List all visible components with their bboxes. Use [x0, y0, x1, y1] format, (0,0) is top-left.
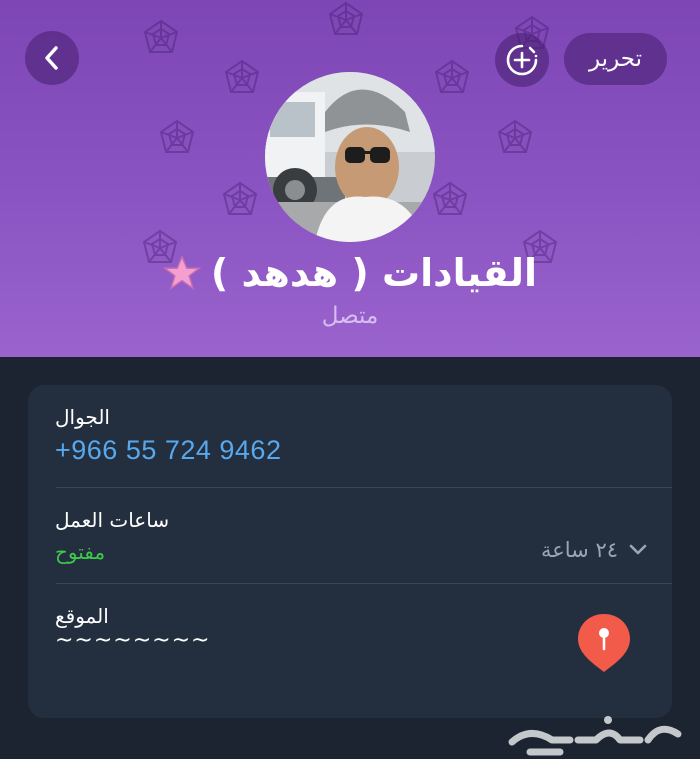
web-pattern-icon [224, 59, 260, 93]
star-icon [162, 254, 201, 290]
circle-plus-icon [506, 44, 538, 76]
mobile-row[interactable]: الجوال +966 55 724 9462 [28, 385, 672, 487]
location-pin-icon[interactable] [576, 612, 632, 674]
web-pattern-icon [222, 181, 258, 215]
web-pattern-icon [432, 181, 468, 215]
location-label: الموقع [55, 604, 109, 628]
web-pattern-icon [159, 119, 195, 153]
business-hours-row[interactable]: ساعات العمل مفتوح ٢٤ ساعة [28, 488, 672, 583]
avatar[interactable] [265, 72, 435, 242]
back-button[interactable] [25, 31, 79, 85]
hours-value: ٢٤ ساعة [540, 538, 618, 562]
mobile-label: الجوال [55, 405, 110, 429]
open-status: مفتوح [55, 540, 106, 564]
chevron-down-icon [629, 544, 647, 555]
location-row[interactable]: الموقع ~~~~~~~~ [28, 584, 672, 718]
hours-dropdown[interactable]: ٢٤ ساعة [541, 538, 648, 562]
online-status: متصل [321, 303, 379, 329]
profile-photo [265, 72, 435, 242]
profile-header: تحرير القيادات ( هدهد ) متصل [0, 0, 700, 357]
info-card: الجوال +966 55 724 9462 ساعات العمل مفتو… [28, 385, 672, 718]
web-pattern-icon [328, 1, 364, 35]
haraj-logo [508, 716, 682, 756]
profile-name-row: القيادات ( هدهد ) [0, 243, 700, 303]
web-pattern-icon [434, 59, 470, 93]
edit-button[interactable]: تحرير [564, 33, 667, 85]
chevron-left-icon [45, 46, 58, 70]
location-value: ~~~~~~~~ [55, 628, 211, 653]
add-story-button[interactable] [495, 33, 549, 87]
hours-label: ساعات العمل [55, 508, 170, 532]
mobile-number[interactable]: +966 55 724 9462 [55, 435, 281, 466]
web-pattern-icon [143, 19, 179, 53]
profile-name: القيادات ( هدهد ) [210, 251, 538, 295]
web-pattern-icon [497, 119, 533, 153]
